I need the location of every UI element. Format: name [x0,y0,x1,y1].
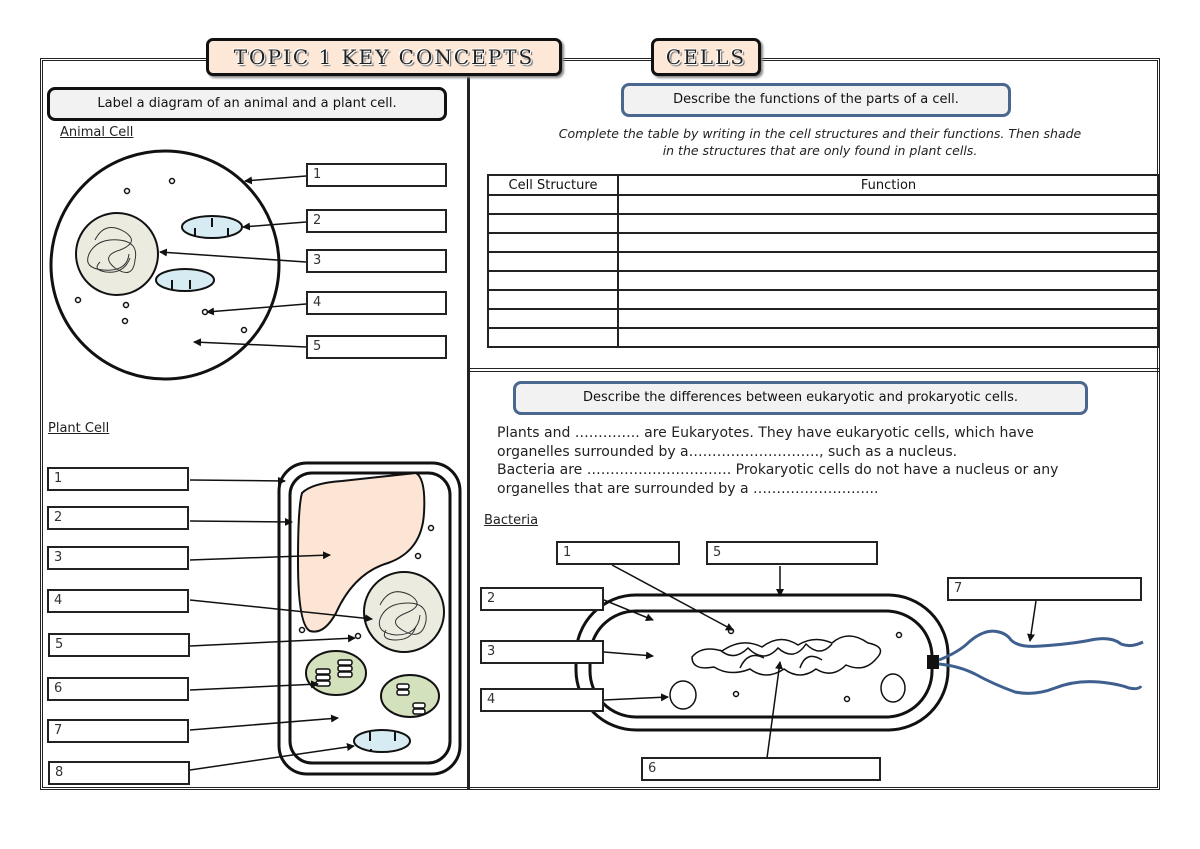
bacteria-label-box-7[interactable]: 7 [947,577,1142,601]
plant-mitochondrion [353,729,411,753]
plant-label-box-8[interactable]: 8 [48,761,190,785]
bacteria-label-box-4[interactable]: 4 [480,688,604,712]
animal-label-box-2[interactable]: 2 [306,209,447,233]
plant-label-box-5[interactable]: 5 [48,633,190,657]
animal-cell-diagram [49,149,307,381]
animal-label-box-5[interactable]: 5 [306,335,447,359]
flagellum-base [927,655,939,669]
plant-label-box-6[interactable]: 6 [47,677,189,701]
plant-cell-diagram [189,461,462,776]
plant-label-box-2[interactable]: 2 [47,506,189,530]
bacteria-label-box-6[interactable]: 6 [641,757,881,781]
bacteria-label-box-3[interactable]: 3 [480,640,604,664]
plant-chloroplast [305,650,367,696]
plant-label-box-4[interactable]: 4 [47,589,189,613]
plant-label-box-3[interactable]: 3 [47,546,189,570]
animal-label-box-3[interactable]: 3 [306,249,447,273]
flagellum [938,629,1144,695]
plant-nucleus [363,571,445,653]
bacteria-cell-membrane [588,609,934,719]
plant-label-box-7[interactable]: 7 [47,719,189,743]
animal-label-box-1[interactable]: 1 [306,163,447,187]
animal-mitochondrion [155,268,215,292]
bacteria-label-box-5[interactable]: 5 [706,541,878,565]
plant-chloroplast [380,674,440,718]
plant-label-box-1[interactable]: 1 [47,467,189,491]
animal-label-box-4[interactable]: 4 [306,291,447,315]
bacteria-label-box-2[interactable]: 2 [480,587,604,611]
animal-mitochondrion [181,215,243,239]
bacteria-label-box-1[interactable]: 1 [556,541,680,565]
animal-nucleus [75,212,159,296]
